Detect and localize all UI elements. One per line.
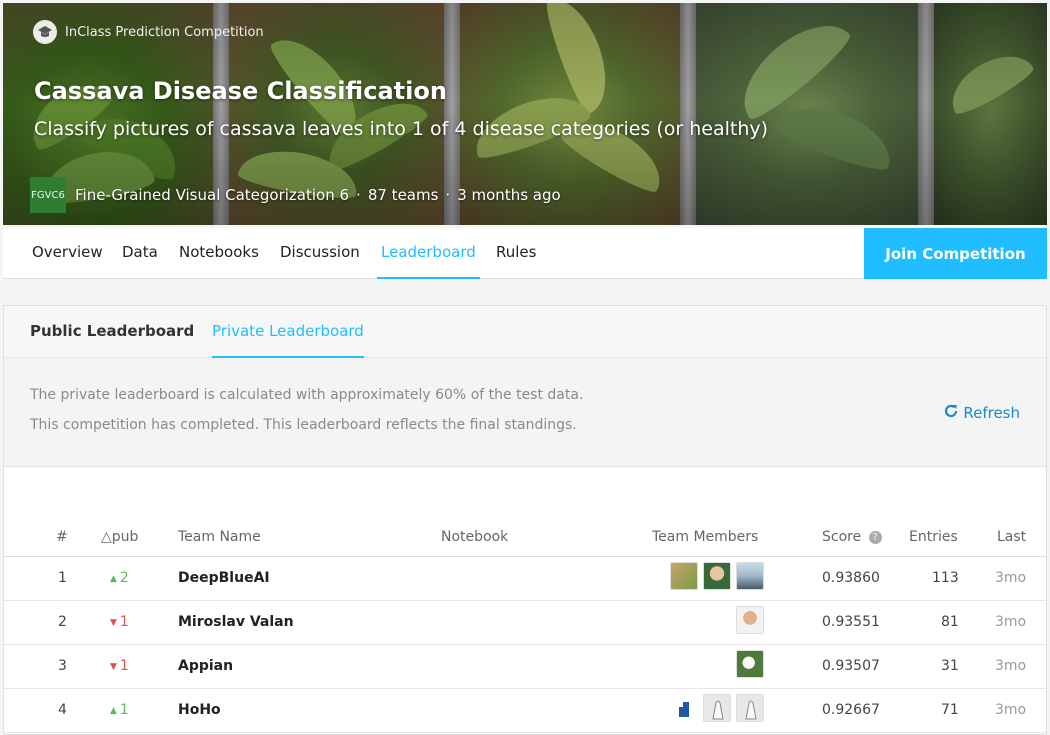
last-submission: 3mo [995,702,1027,718]
team-name[interactable]: Miroslav Valan [178,614,294,630]
competition-type: InClass Prediction Competition [33,20,264,44]
rank-change: ▲ 2 [110,570,129,586]
avatar[interactable] [736,694,764,722]
team-members [670,694,764,722]
competition-type-label: InClass Prediction Competition [65,24,264,40]
tab-discussion[interactable]: Discussion [280,228,360,279]
avatar[interactable] [670,562,698,590]
host-name[interactable]: Fine-Grained Visual Categorization 6 [75,186,349,204]
score: 0.93551 [822,614,880,630]
col-rank: # [56,529,68,545]
team-name[interactable]: Appian [178,658,233,674]
team-members [736,606,764,634]
col-score: Score ? [822,529,882,545]
separator: · [356,186,361,204]
row-rank: 2 [58,614,67,630]
triangle-down-icon: ▼ [110,618,117,628]
team-count: 87 teams [367,186,439,204]
competition-nav: Overview Data Notebooks Discussion Leade… [3,228,1047,279]
rank-change-value: 2 [119,570,129,586]
leaderboard-card: Public Leaderboard Private Leaderboard T… [3,305,1047,735]
team-members [670,562,764,590]
rank-change-value: 1 [119,614,129,630]
score: 0.92667 [822,702,880,718]
col-entries: Entries [909,529,958,545]
refresh-label: Refresh [963,404,1020,422]
avatar[interactable] [736,562,764,590]
triangle-down-icon: ▼ [110,662,117,672]
triangle-up-icon: ▲ [110,706,117,716]
avatar[interactable] [736,650,764,678]
col-team-name: Team Name [178,529,261,545]
tab-data[interactable]: Data [122,228,158,279]
competition-banner: InClass Prediction Competition Cassava D… [3,3,1047,225]
triangle-up-icon: ▲ [110,574,117,584]
entries: 113 [932,570,959,586]
competition-title: Cassava Disease Classification [34,77,447,105]
table-row: 3 ▼ 1 Appian 0.93507 31 3mo [4,645,1046,689]
tab-overview[interactable]: Overview [32,228,103,279]
col-delta-pub[interactable]: △pub [101,529,138,545]
col-notebook: Notebook [441,529,509,545]
host-info: FGVC6 Fine-Grained Visual Categorization… [30,177,561,213]
rank-change-value: 1 [119,702,129,718]
graduation-cap-icon [33,20,57,44]
last-submission: 3mo [995,570,1027,586]
col-team-members: Team Members [652,529,759,545]
col-score-label: Score [822,529,862,545]
col-last: Last [997,529,1027,545]
table-row: 2 ▼ 1 Miroslav Valan 0.93551 81 3mo [4,601,1046,645]
refresh-button[interactable]: Refresh [943,403,1020,423]
last-submission: 3mo [995,658,1027,674]
rank-change: ▼ 1 [110,658,129,674]
avatar[interactable] [670,694,698,722]
time-ago: 3 months ago [457,186,561,204]
score: 0.93860 [822,570,880,586]
leaderboard-info: The private leaderboard is calculated wi… [4,358,1046,467]
help-icon[interactable]: ? [868,531,882,544]
leaderboard-tabs: Public Leaderboard Private Leaderboard [4,306,1046,358]
team-name[interactable]: HoHo [178,702,221,718]
avatar[interactable] [736,606,764,634]
leaderboard-header: # △pub Team Name Notebook Team Members S… [4,525,1046,557]
table-row: 1 ▲ 2 DeepBlueAI 0.93860 113 3mo [4,557,1046,601]
tab-private-leaderboard[interactable]: Private Leaderboard [212,306,364,358]
avatar[interactable] [703,694,731,722]
tab-leaderboard[interactable]: Leaderboard [377,228,480,279]
rank-change: ▼ 1 [110,614,129,630]
tab-rules[interactable]: Rules [496,228,536,279]
entries: 81 [941,614,959,630]
row-rank: 3 [58,658,67,674]
separator: · [445,186,451,204]
table-row: 4 ▲ 1 HoHo 0.92667 71 3mo [4,689,1046,733]
tab-public-leaderboard[interactable]: Public Leaderboard [30,306,194,358]
last-submission: 3mo [995,614,1027,630]
rank-change: ▲ 1 [110,702,129,718]
refresh-icon [943,403,959,423]
team-name[interactable]: DeepBlueAI [178,570,270,586]
competition-subtitle: Classify pictures of cassava leaves into… [34,118,769,140]
tab-notebooks[interactable]: Notebooks [179,228,259,279]
score: 0.93507 [822,658,880,674]
row-rank: 4 [58,702,67,718]
entries: 71 [941,702,959,718]
rank-change-value: 1 [119,658,129,674]
info-line-2: This competition has completed. This lea… [30,417,577,433]
row-rank: 1 [58,570,67,586]
avatar[interactable] [703,562,731,590]
host-logo[interactable]: FGVC6 [30,177,66,213]
team-members [736,650,764,678]
join-competition-button[interactable]: Join Competition [864,228,1047,279]
entries: 31 [941,658,959,674]
info-line-1: The private leaderboard is calculated wi… [30,387,584,403]
